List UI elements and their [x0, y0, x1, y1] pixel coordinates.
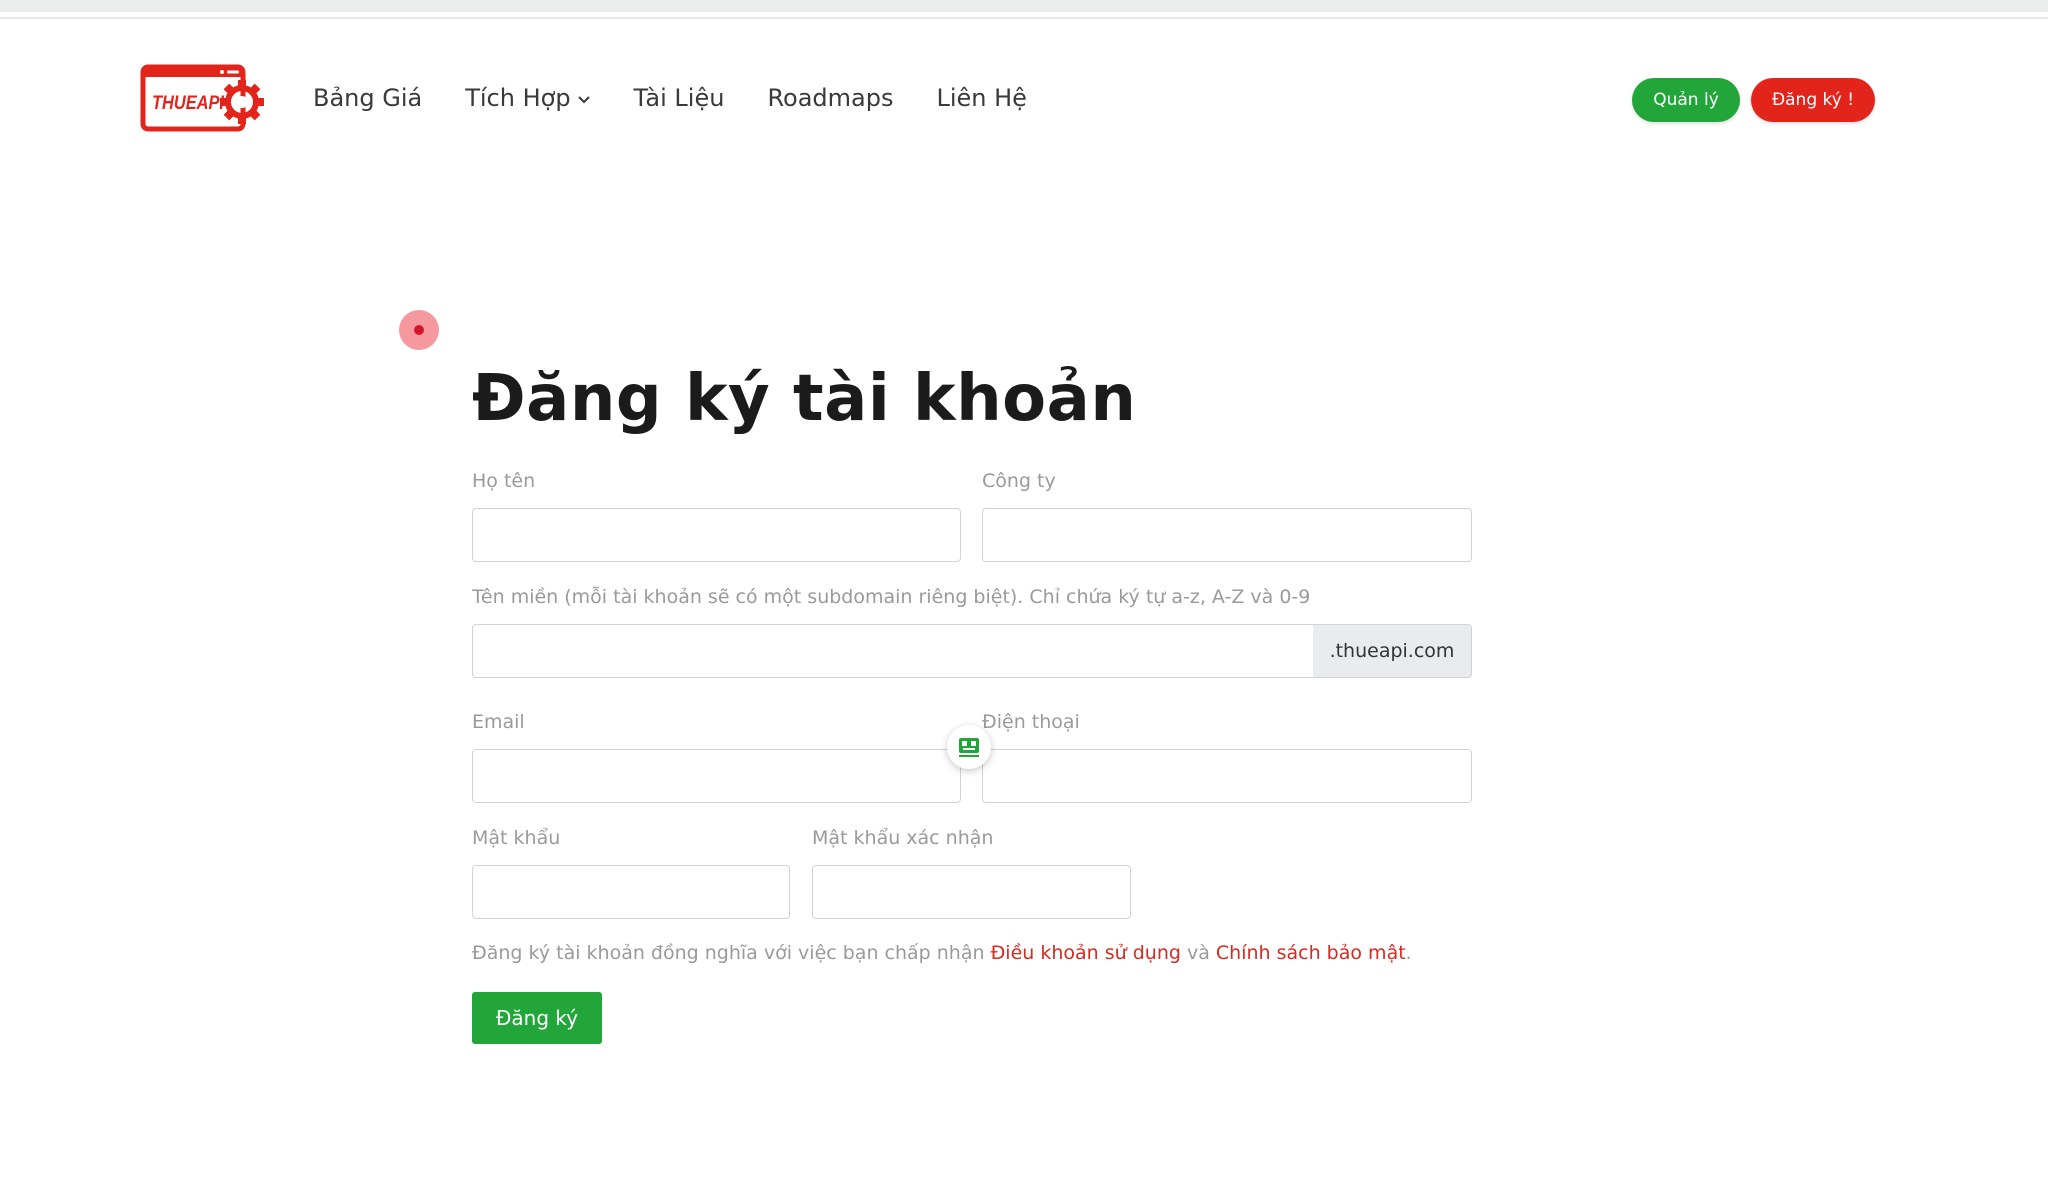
submit-signup-button[interactable]: Đăng ký — [472, 992, 602, 1044]
fullname-label: Họ tên — [472, 470, 536, 492]
domain-suffix-addon: .thueapi.com — [1313, 624, 1472, 678]
email-label: Email — [472, 711, 525, 733]
chat-widget-button[interactable] — [947, 725, 991, 769]
password-input[interactable] — [472, 865, 790, 919]
cursor-click-marker — [399, 310, 439, 350]
password-label: Mật khẩu — [472, 827, 561, 849]
browser-top-strip — [0, 0, 2048, 12]
phone-label: Điện thoại — [982, 711, 1080, 733]
phone-input[interactable] — [982, 749, 1472, 803]
nav-item-label: Roadmaps — [767, 84, 894, 112]
company-input[interactable] — [982, 508, 1472, 562]
manage-button[interactable]: Quản lý — [1632, 78, 1740, 122]
nav-item-docs[interactable]: Tài Liệu — [634, 84, 725, 112]
nav-item-pricing[interactable]: Bảng Giá — [313, 84, 422, 112]
terms-notice: Đăng ký tài khoản đồng nghĩa với việc bạ… — [472, 942, 1412, 964]
logo-text: THUEAPI — [152, 93, 225, 114]
chevron-down-icon — [577, 96, 590, 104]
fullname-input[interactable] — [472, 508, 961, 562]
domain-input[interactable] — [472, 624, 1314, 678]
nav-item-contact[interactable]: Liên Hệ — [936, 84, 1026, 112]
chat-bot-icon — [959, 738, 979, 757]
browser-divider — [0, 17, 2048, 19]
header-signup-button[interactable]: Đăng ký ! — [1751, 78, 1875, 122]
terms-suffix: . — [1405, 942, 1412, 964]
nav-item-integration[interactable]: Tích Hợp — [465, 84, 590, 112]
logo[interactable]: THUEAPI — [140, 64, 266, 132]
company-label: Công ty — [982, 470, 1056, 492]
email-input[interactable] — [472, 749, 961, 803]
password-confirm-input[interactable] — [812, 865, 1131, 919]
domain-label: Tên miền (mỗi tài khoản sẽ có một subdom… — [472, 586, 1311, 608]
nav-item-label: Tích Hợp — [465, 84, 571, 112]
privacy-policy-link[interactable]: Chính sách bảo mật — [1216, 942, 1406, 964]
password-confirm-label: Mật khẩu xác nhận — [812, 827, 994, 849]
nav-item-label: Bảng Giá — [313, 84, 423, 112]
nav-item-label: Tài Liệu — [633, 84, 725, 112]
terms-of-use-link[interactable]: Điều khoản sử dụng — [991, 942, 1181, 964]
gear-icon — [220, 80, 264, 124]
terms-conjunction: và — [1180, 942, 1216, 964]
main-nav: Bảng Giá Tích Hợp Tài Liệu Roadmaps Liên… — [313, 78, 1070, 118]
terms-prefix: Đăng ký tài khoản đồng nghĩa với việc bạ… — [472, 942, 991, 964]
nav-item-roadmaps[interactable]: Roadmaps — [767, 84, 893, 112]
page-title: Đăng ký tài khoản — [472, 362, 1137, 436]
nav-item-label: Liên Hệ — [936, 84, 1027, 112]
